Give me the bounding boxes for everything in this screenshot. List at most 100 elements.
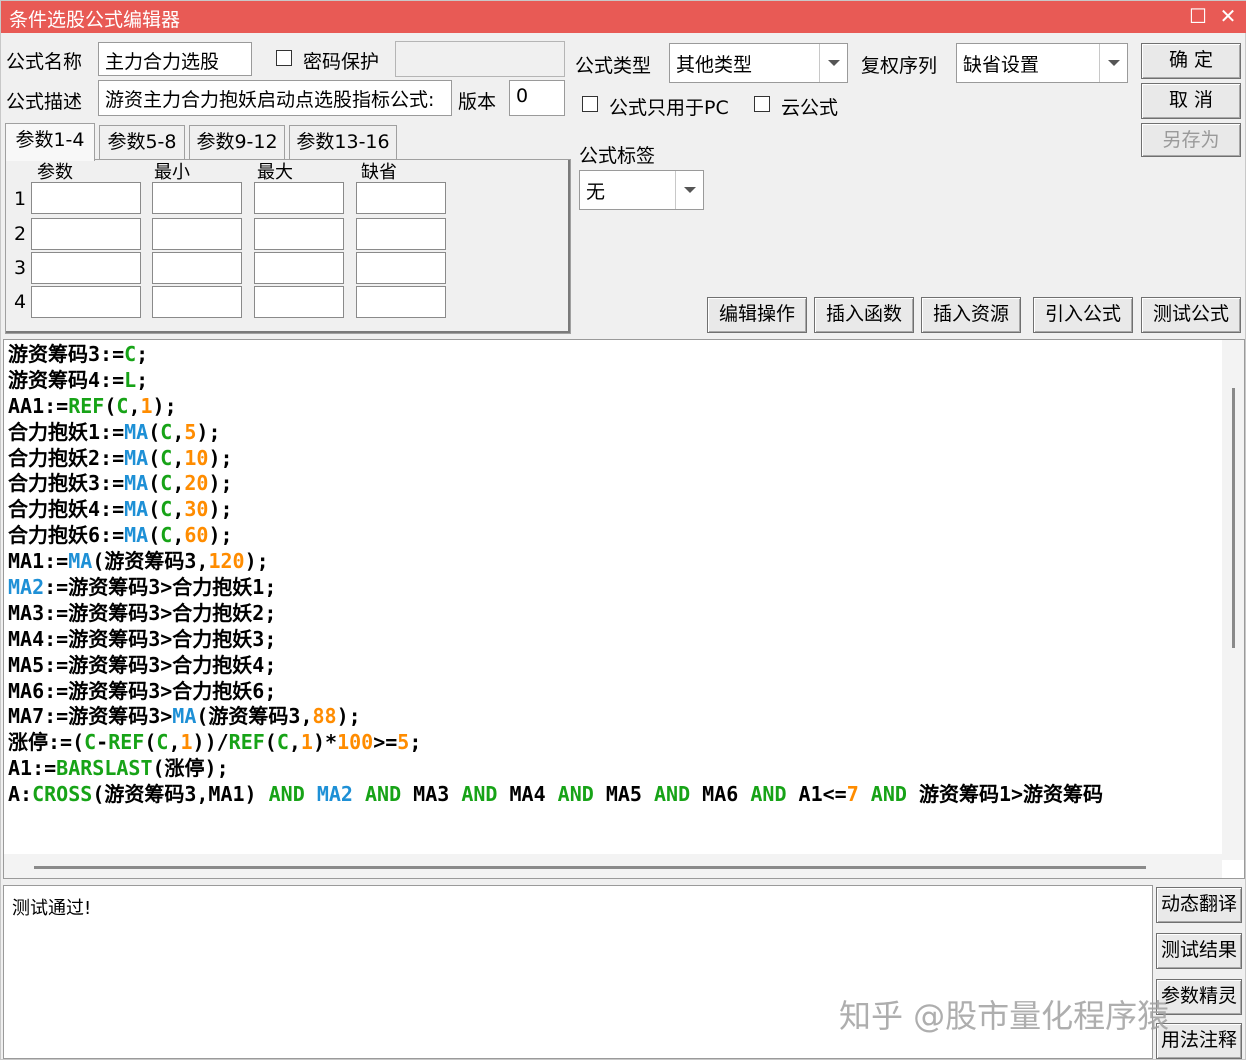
code-editor[interactable]: 游资筹码3:=C; 游资筹码4:=L; AA1:=REF(C,1); 合力抱妖1:=M… (3, 339, 1245, 879)
param-1-min-input[interactable] (152, 182, 242, 214)
code-text[interactable]: 游资筹码3:=C; 游资筹码4:=L; AA1:=REF(C,1); 合力抱妖1:=M… (8, 342, 1103, 808)
fuquan-select[interactable]: 缺省设置 (956, 43, 1128, 83)
code-line[interactable]: 合力抱妖1:=MA(C,5); (8, 420, 1103, 446)
code-line[interactable]: MA6:=游资筹码3>合力抱妖6; (8, 679, 1103, 705)
param-2-name-input[interactable] (31, 218, 141, 250)
chevron-down-icon[interactable] (675, 171, 703, 209)
code-token: C (160, 523, 173, 548)
test-formula-button[interactable]: 测试公式 (1141, 297, 1241, 333)
param-header-name: 参数 (37, 162, 73, 183)
param-1-max-input[interactable] (254, 182, 344, 214)
chevron-down-icon[interactable] (819, 44, 847, 82)
code-line[interactable]: MA2:=游资筹码3>合力抱妖1; (8, 575, 1103, 601)
formula-name-input[interactable]: 主力合力选股 (98, 42, 252, 76)
code-token: ); (244, 549, 269, 574)
formula-type-select[interactable]: 其他类型 (669, 43, 848, 83)
horizontal-scrollbar[interactable] (4, 854, 1222, 878)
param-4-max-input[interactable] (254, 286, 344, 318)
code-line[interactable]: MA3:=游资筹码3>合力抱妖2; (8, 601, 1103, 627)
code-token: , (172, 497, 185, 522)
param-3-name-input[interactable] (31, 252, 141, 284)
code-line[interactable]: A1:=BARSLAST(涨停); (8, 756, 1103, 782)
password-input[interactable] (395, 41, 565, 77)
watermark: 知乎 @股市量化程序猿 (839, 997, 1170, 1035)
code-line[interactable]: MA1:=MA(游资筹码3,120); (8, 549, 1103, 575)
code-token: , (128, 393, 141, 418)
code-line[interactable]: 合力抱妖3:=MA(C,20); (8, 471, 1103, 497)
version-input[interactable]: 0 (509, 80, 565, 116)
param-1-default-input[interactable] (356, 182, 446, 214)
code-line[interactable]: 涨停:=(C-REF(C,1))/REF(C,1)*100>=5; (8, 730, 1103, 756)
maximize-icon[interactable]: ☐ (1183, 3, 1213, 31)
code-token: 60 (184, 523, 209, 548)
param-4-default-input[interactable] (356, 286, 446, 318)
code-token: ))/ (192, 730, 229, 755)
tab-params-1-4[interactable]: 参数1-4 (5, 123, 95, 161)
code-token: REF (108, 730, 145, 755)
cloud-formula-checkbox[interactable] (754, 96, 770, 112)
password-checkbox[interactable] (276, 50, 292, 66)
code-token: C (156, 730, 169, 755)
code-line[interactable]: AA1:=REF(C,1); (8, 394, 1103, 420)
code-token: MA2 (316, 782, 353, 807)
tab-params-9-12[interactable]: 参数9-12 (189, 125, 285, 159)
tab-params-13-16[interactable]: 参数13-16 (289, 125, 397, 159)
pc-only-checkbox[interactable] (582, 96, 598, 112)
import-formula-button[interactable]: 引入公式 (1033, 297, 1133, 333)
param-3-min-input[interactable] (152, 252, 242, 284)
horizontal-scroll-thumb[interactable] (34, 866, 1146, 869)
code-line[interactable]: 合力抱妖2:=MA(C,10); (8, 446, 1103, 472)
title-bar[interactable]: 条件选股公式编辑器 ☐ ✕ (1, 1, 1246, 33)
code-token: 1 (300, 730, 313, 755)
code-token: , (172, 471, 185, 496)
code-token: (游资筹码3, (92, 549, 209, 574)
close-icon[interactable]: ✕ (1213, 3, 1243, 31)
code-token: REF (228, 730, 265, 755)
code-token: C (116, 393, 129, 418)
chevron-down-icon[interactable] (1099, 44, 1127, 82)
vertical-scrollbar[interactable] (1222, 340, 1244, 860)
code-token: 1 (180, 730, 193, 755)
param-row-number: 1 (14, 188, 27, 210)
code-token: AND (654, 782, 691, 807)
param-4-name-input[interactable] (31, 286, 141, 318)
code-token: ); (196, 419, 221, 444)
param-3-default-input[interactable] (356, 252, 446, 284)
pc-only-label: 公式只用于PC (609, 97, 729, 119)
code-line[interactable]: 合力抱妖6:=MA(C,60); (8, 523, 1103, 549)
code-token: CROSS (32, 782, 93, 807)
insert-function-button[interactable]: 插入函数 (814, 297, 914, 333)
save-as-button[interactable]: 另存为 (1141, 123, 1241, 157)
param-2-max-input[interactable] (254, 218, 344, 250)
insert-resource-button[interactable]: 插入资源 (921, 297, 1021, 333)
ok-button[interactable]: 确 定 (1141, 43, 1241, 79)
code-line[interactable]: A:CROSS(游资筹码3,MA1) AND MA2 AND MA3 AND M… (8, 782, 1103, 808)
code-token: , (168, 730, 181, 755)
formula-tag-select[interactable]: 无 (579, 170, 704, 210)
param-2-min-input[interactable] (152, 218, 242, 250)
vertical-scroll-thumb[interactable] (1232, 388, 1235, 648)
test-output-text: 测试通过! (12, 898, 92, 919)
formula-desc-input[interactable]: 游资主力合力抱妖启动点选股指标公式: (98, 80, 452, 116)
code-line[interactable]: MA7:=游资筹码3>MA(游资筹码3,88); (8, 704, 1103, 730)
tab-params-5-8[interactable]: 参数5-8 (99, 125, 185, 159)
code-token: ( (104, 393, 117, 418)
code-line[interactable]: 合力抱妖4:=MA(C,30); (8, 497, 1103, 523)
code-token: C (276, 730, 289, 755)
param-1-name-input[interactable] (31, 182, 141, 214)
code-token: 合力抱妖2:= (8, 445, 125, 470)
test-result-button[interactable]: 测试结果 (1156, 933, 1242, 969)
param-2-default-input[interactable] (356, 218, 446, 250)
code-line[interactable]: MA4:=游资筹码3>合力抱妖3; (8, 627, 1103, 653)
param-4-min-input[interactable] (152, 286, 242, 318)
code-line[interactable]: 游资筹码3:=C; (8, 342, 1103, 368)
code-token: A1<= (786, 782, 847, 807)
code-line[interactable]: MA5:=游资筹码3>合力抱妖4; (8, 653, 1103, 679)
edit-ops-button[interactable]: 编辑操作 (707, 297, 807, 333)
param-3-max-input[interactable] (254, 252, 344, 284)
code-token: AND (870, 782, 907, 807)
code-line[interactable]: 游资筹码4:=L; (8, 368, 1103, 394)
dynamic-translate-button[interactable]: 动态翻译 (1156, 887, 1242, 923)
cancel-button[interactable]: 取 消 (1141, 83, 1241, 119)
